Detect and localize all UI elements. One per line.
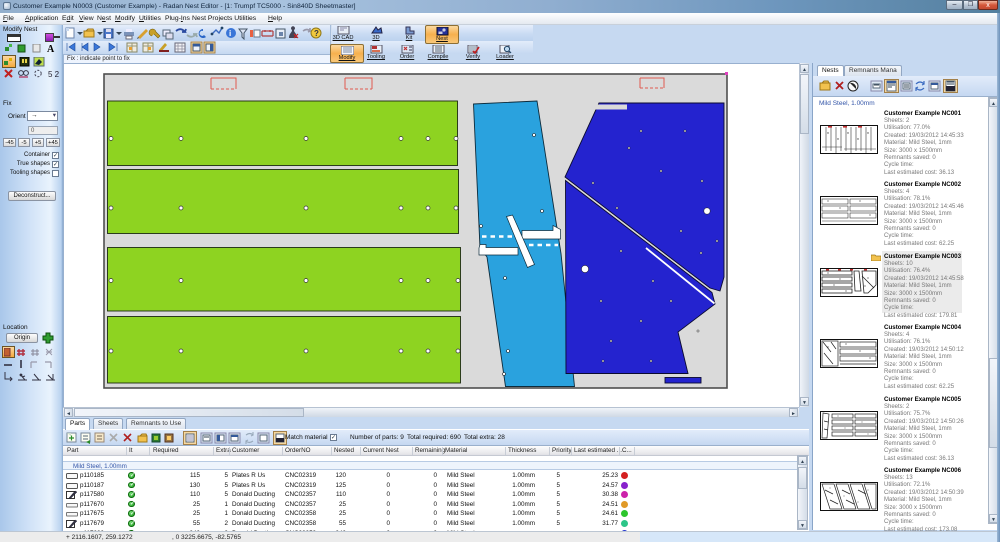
svg-text:A: A [47,44,55,53]
svg-text:i: i [229,29,231,38]
svg-text:?: ? [314,29,319,38]
svg-text:5 2: 5 2 [48,70,60,79]
